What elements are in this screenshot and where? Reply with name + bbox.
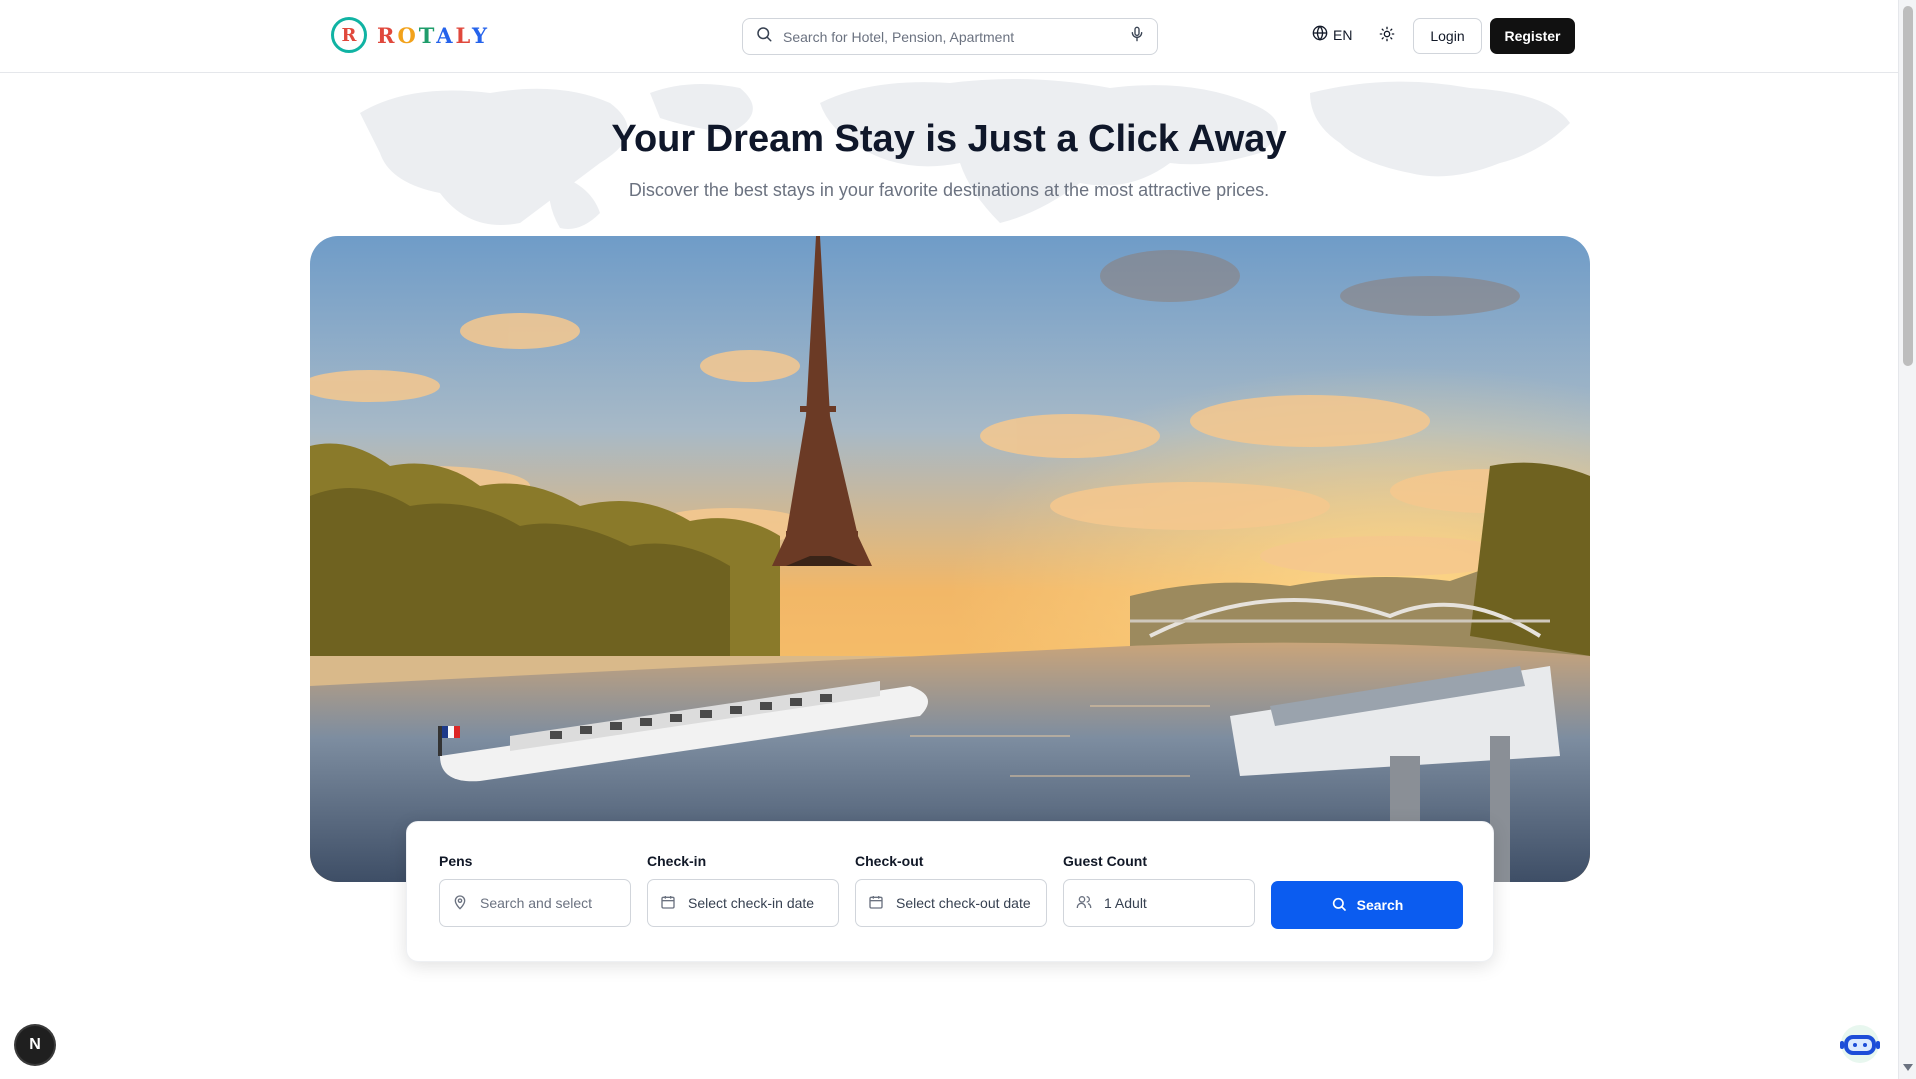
theme-toggle-button[interactable]	[1375, 24, 1399, 48]
site-header: R ROTALY EN Login Register	[0, 0, 1898, 73]
search-icon	[755, 25, 773, 48]
logo-wordmark: ROTALY	[377, 23, 490, 48]
chatbot-icon	[1836, 1024, 1884, 1069]
scroll-down-arrow-icon[interactable]	[1903, 1064, 1913, 1071]
page-scrollbar[interactable]	[1898, 0, 1916, 1079]
dev-tools-badge[interactable]: N	[16, 1026, 54, 1064]
logo-mark: R	[331, 17, 367, 53]
hero-image	[310, 236, 1590, 882]
logo-letter: L	[455, 22, 472, 48]
search-input[interactable]	[783, 28, 1129, 45]
calendar-icon	[660, 894, 676, 913]
sun-icon	[1379, 26, 1395, 47]
pens-select[interactable]: Search and select	[439, 879, 631, 927]
guest-count-value: 1 Adult	[1104, 895, 1147, 911]
register-button[interactable]: Register	[1490, 18, 1575, 54]
logo-letter: R	[377, 22, 398, 48]
checkin-label: Check-in	[647, 853, 707, 869]
language-selector[interactable]: EN	[1312, 25, 1352, 44]
pens-placeholder: Search and select	[480, 895, 593, 911]
checkout-date-picker[interactable]: Select check-out date	[855, 879, 1047, 927]
login-button[interactable]: Login	[1413, 18, 1482, 54]
checkout-value: Select check-out date	[896, 895, 1031, 911]
hero-subtitle: Discover the best stays in your favorite…	[628, 180, 1270, 200]
pens-label: Pens	[439, 853, 473, 869]
chatbot-button[interactable]	[1836, 1024, 1884, 1069]
pens-field: Pens Search and select	[439, 853, 631, 927]
search-button[interactable]: Search	[1271, 881, 1463, 929]
guest-count-field: Guest Count 1 Adult	[1063, 853, 1255, 927]
search-button-label: Search	[1356, 897, 1404, 913]
checkin-date-picker[interactable]: Select check-in date	[647, 879, 839, 927]
logo-letter: Y	[471, 22, 490, 48]
booking-form: Pens Search and select Check-in Select c…	[406, 821, 1494, 962]
users-icon	[1076, 894, 1092, 913]
search-icon	[1331, 896, 1347, 915]
checkin-value: Select check-in date	[688, 895, 815, 911]
calendar-icon	[868, 894, 884, 913]
checkout-label: Check-out	[855, 853, 924, 869]
guest-count-select[interactable]: 1 Adult	[1063, 879, 1255, 927]
logo-letter: A	[436, 22, 456, 48]
microphone-icon[interactable]	[1129, 25, 1145, 48]
hero-title: Your Dream Stay is Just a Click Away	[611, 118, 1287, 160]
checkin-field: Check-in Select check-in date	[647, 853, 839, 927]
language-label: EN	[1333, 26, 1353, 43]
logo[interactable]: R ROTALY	[331, 17, 490, 53]
checkout-field: Check-out Select check-out date	[855, 853, 1047, 927]
guest-count-label: Guest Count	[1063, 853, 1147, 869]
logo-letter: T	[418, 22, 437, 48]
header-search-bar[interactable]	[742, 18, 1158, 55]
map-pin-icon	[452, 894, 468, 913]
globe-icon	[1312, 25, 1328, 44]
scrollbar-thumb[interactable]	[1903, 6, 1913, 366]
logo-letter: O	[397, 22, 419, 48]
